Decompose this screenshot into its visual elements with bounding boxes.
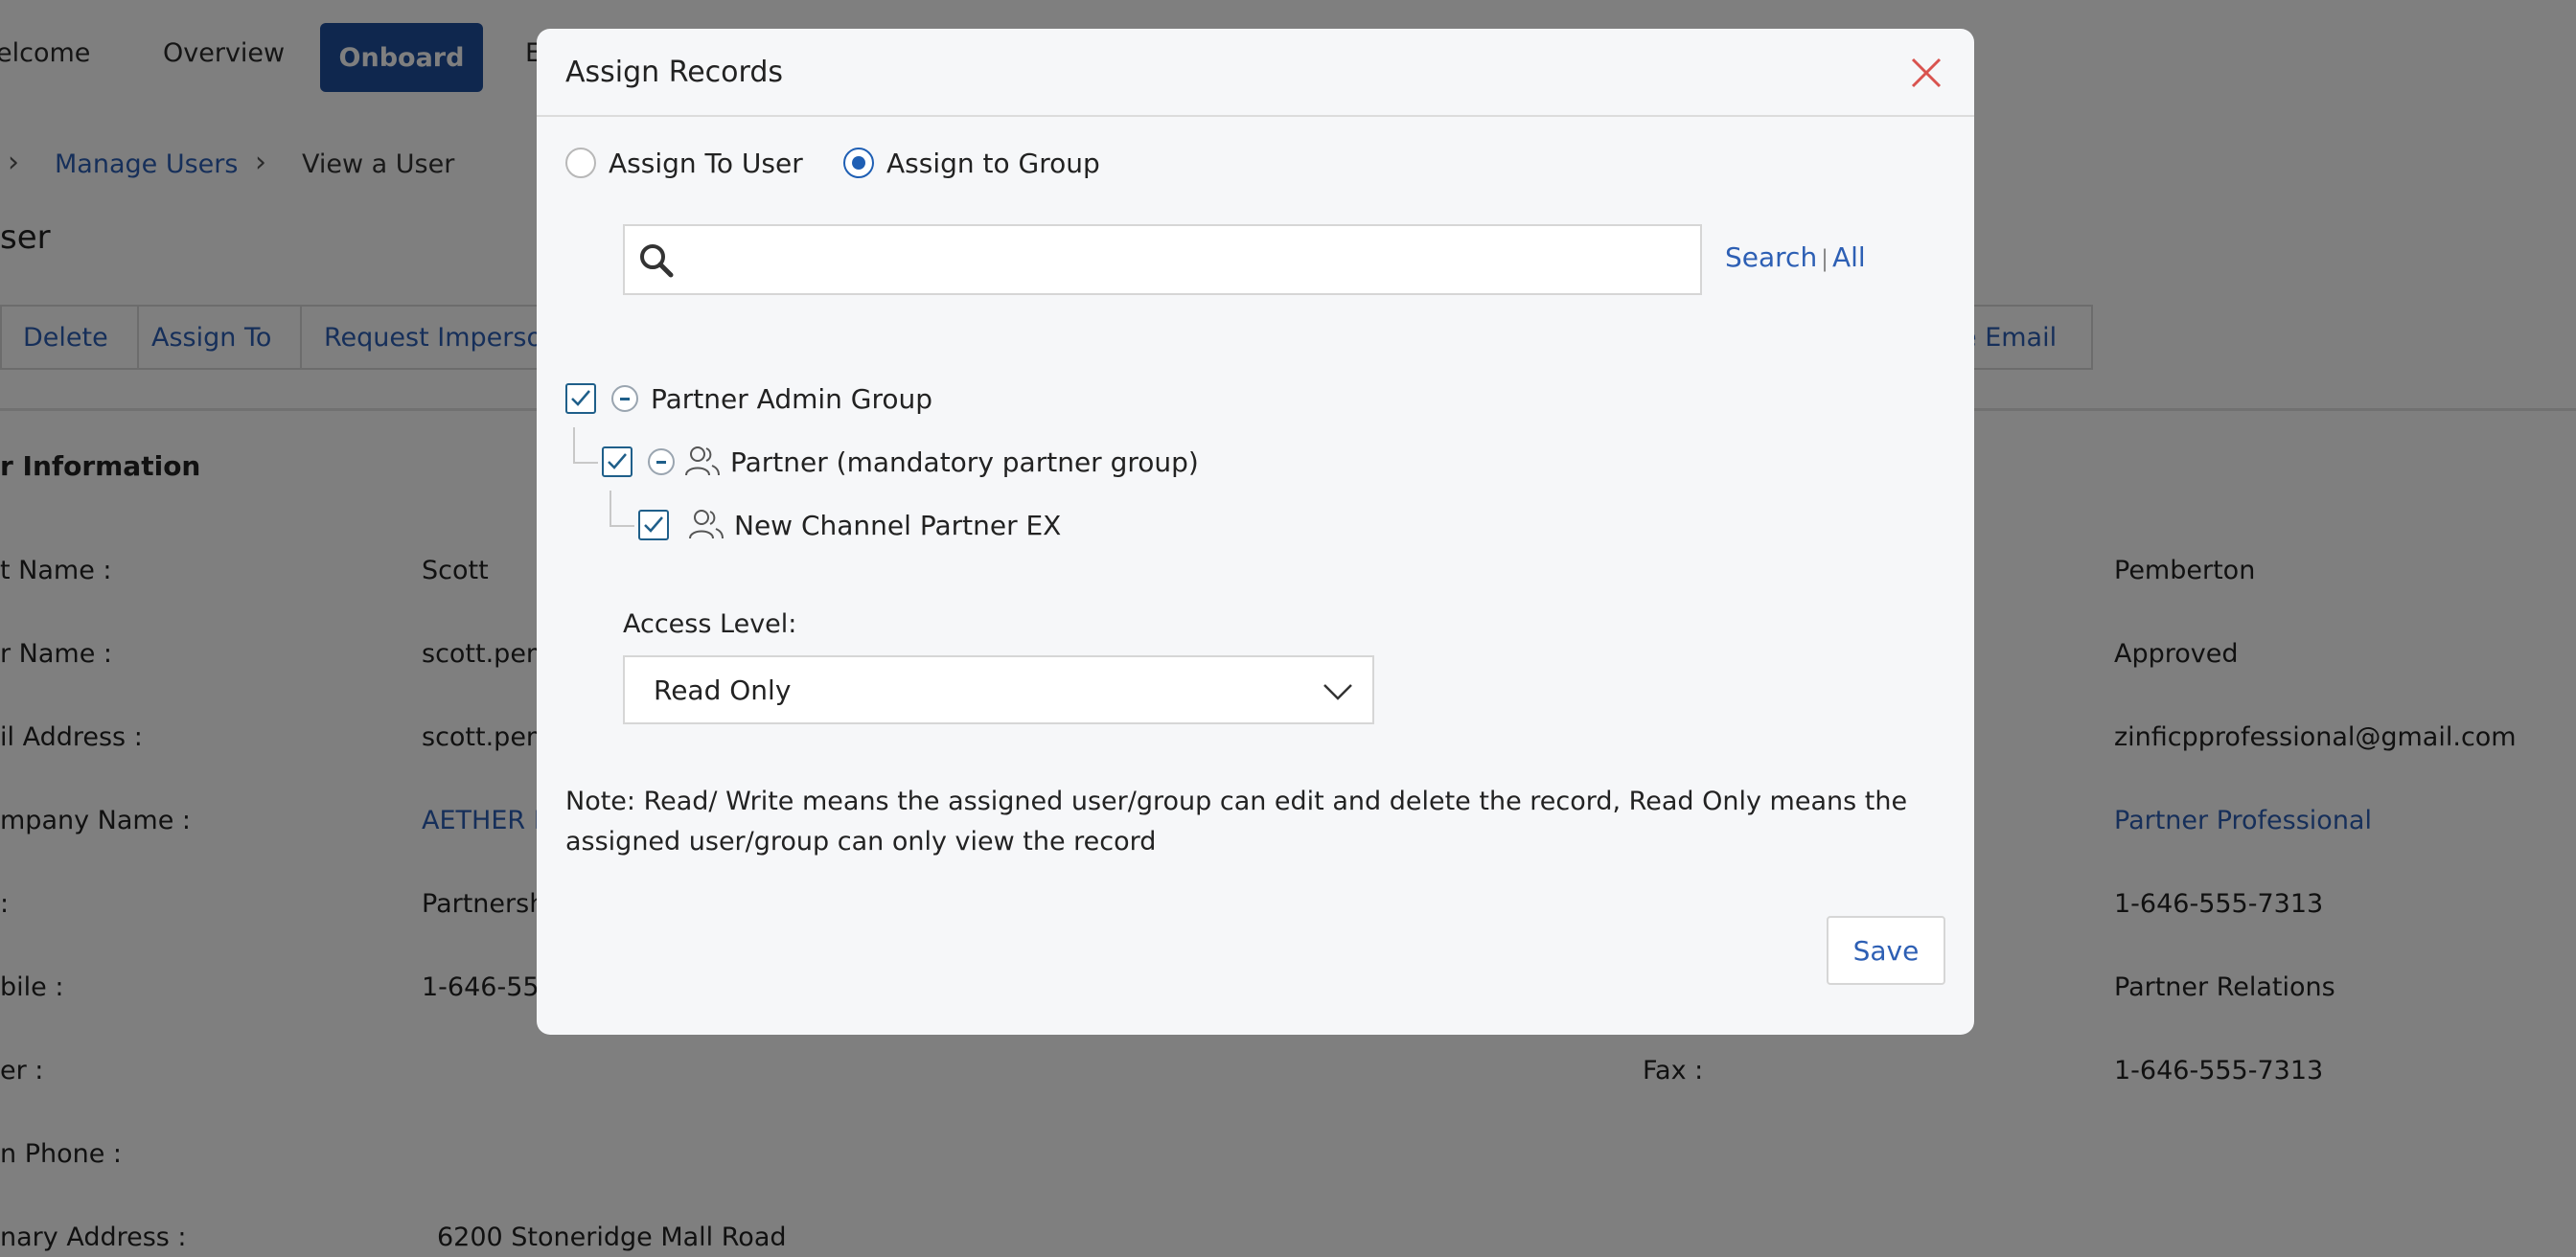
access-level-value: Read Only <box>654 674 792 706</box>
search-link[interactable]: Search <box>1725 241 1817 273</box>
tree-label-partner-admin-group[interactable]: Partner Admin Group <box>651 383 932 415</box>
assign-to-group-label[interactable]: Assign to Group <box>886 148 1100 179</box>
tree-label-partner-group[interactable]: Partner (mandatory partner group) <box>730 446 1199 478</box>
search-icon <box>640 244 674 278</box>
modal-title: Assign Records <box>565 56 783 89</box>
save-button[interactable]: Save <box>1827 916 1945 985</box>
modal-header: Assign Records <box>537 29 1974 117</box>
chevron-down-icon <box>1323 684 1352 700</box>
users-icon <box>689 510 724 539</box>
collapse-icon[interactable] <box>648 448 675 475</box>
search-box <box>623 224 1702 295</box>
search-input[interactable] <box>684 234 1685 287</box>
tree-checkbox-partner-admin-group[interactable] <box>565 383 596 414</box>
tree-checkbox-new-channel-partner[interactable] <box>638 510 669 540</box>
link-separator: | <box>1821 245 1829 272</box>
check-icon <box>571 390 590 406</box>
tree-connector <box>573 427 598 464</box>
tree-connector <box>610 491 634 527</box>
assign-to-group-radio[interactable] <box>843 148 874 178</box>
tree-label-new-channel-partner[interactable]: New Channel Partner EX <box>734 510 1061 541</box>
users-icon <box>685 446 720 476</box>
access-level-select[interactable]: Read Only <box>623 655 1374 724</box>
check-icon <box>608 453 627 469</box>
access-level-label: Access Level: <box>623 609 797 639</box>
tree-checkbox-partner-group[interactable] <box>602 446 632 477</box>
assign-to-user-label[interactable]: Assign To User <box>609 148 803 179</box>
close-button[interactable] <box>1907 54 1945 92</box>
note-text: Note: Read/ Write means the assigned use… <box>565 787 1908 857</box>
close-icon <box>1911 57 1942 88</box>
assign-to-user-radio[interactable] <box>565 148 596 178</box>
all-link[interactable]: All <box>1832 241 1866 273</box>
assign-records-modal: Assign Records Assign To User Assign to … <box>537 29 1974 1035</box>
check-icon <box>644 516 663 533</box>
collapse-icon[interactable] <box>611 385 638 412</box>
